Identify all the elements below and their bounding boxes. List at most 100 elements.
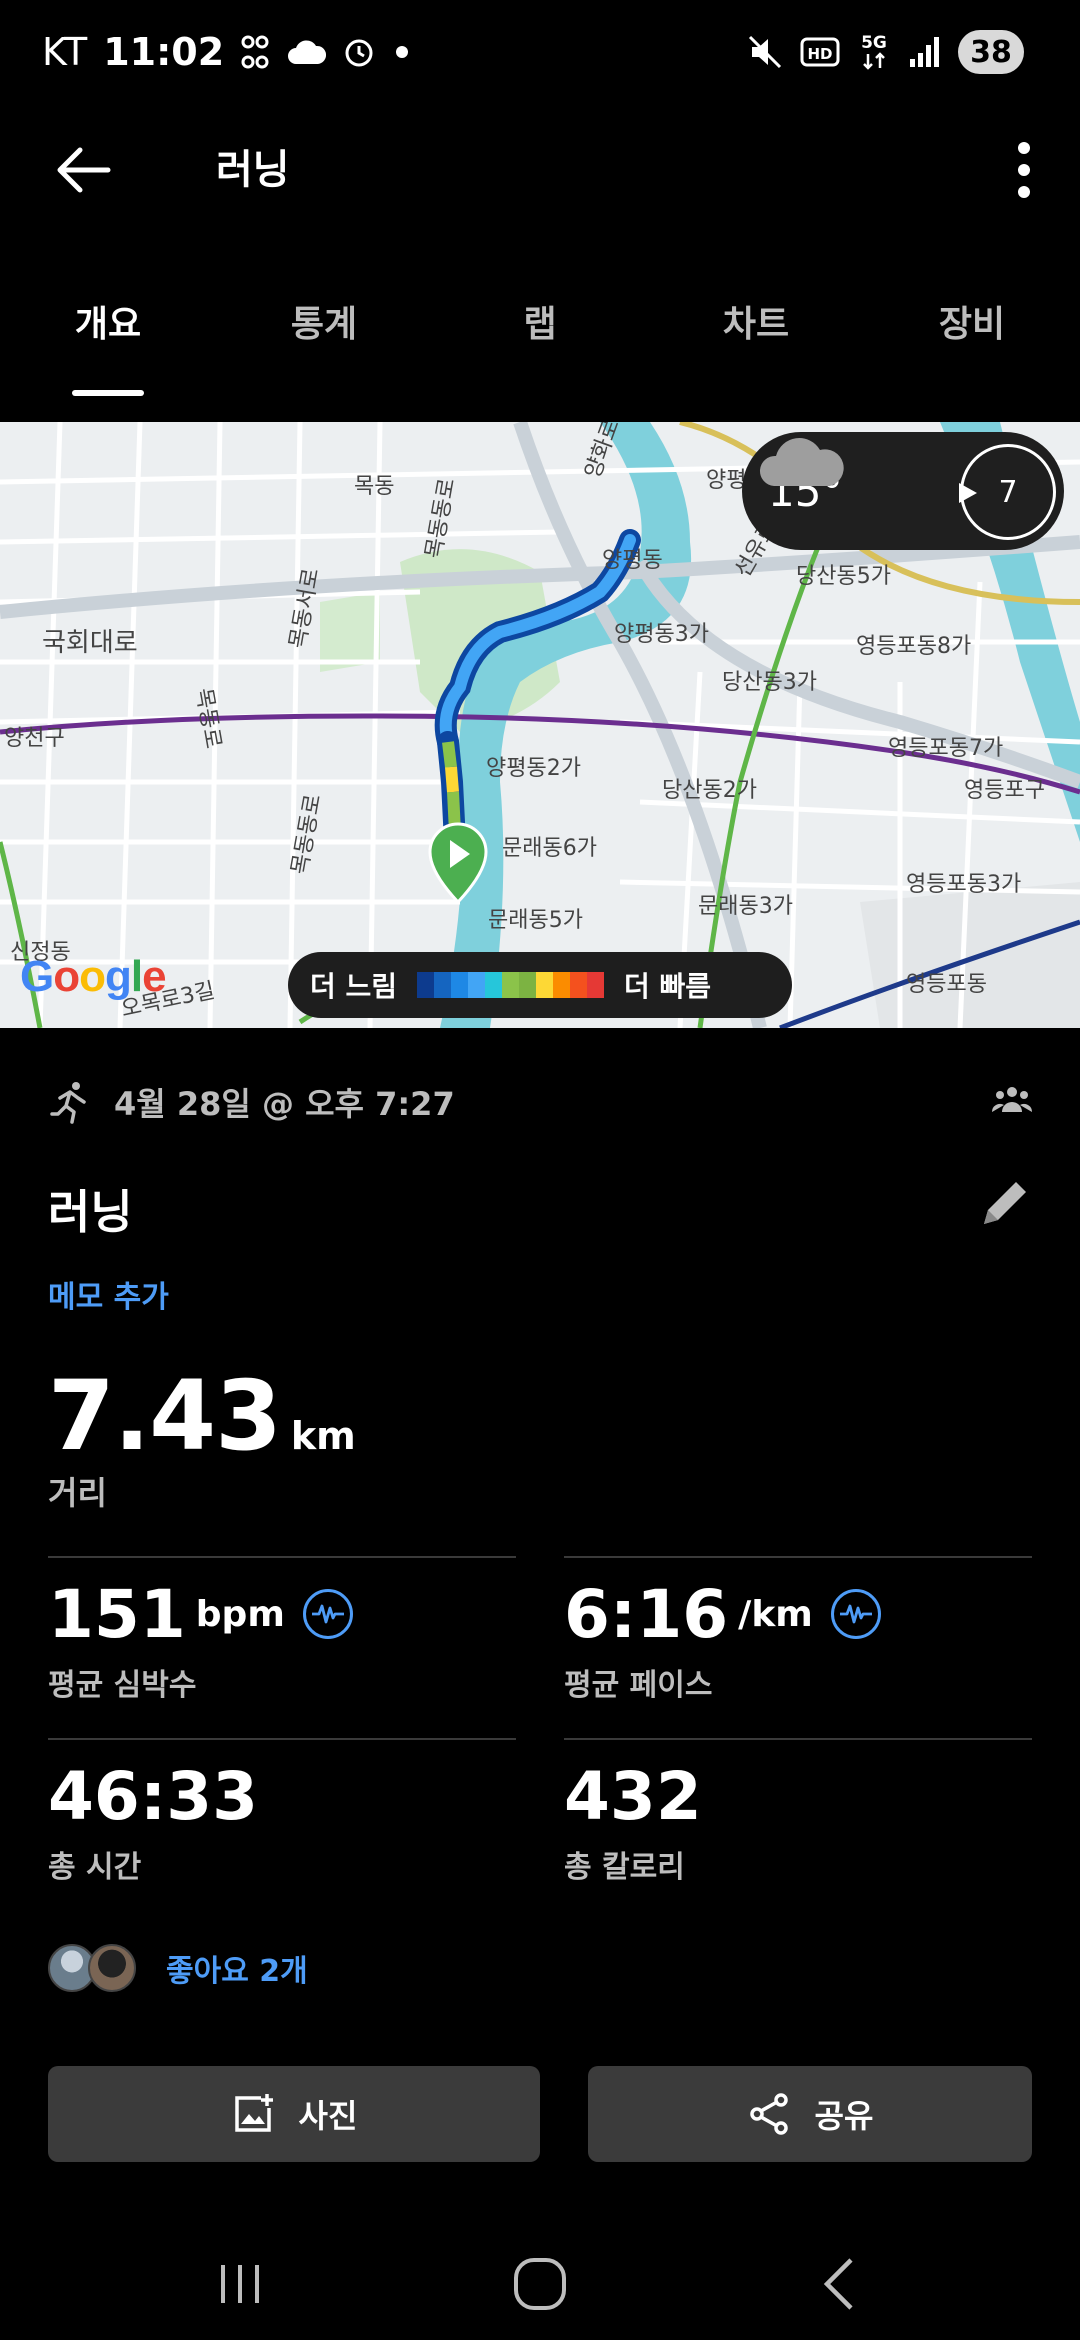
pace-color-swatch — [553, 972, 571, 998]
more-options-button[interactable] — [988, 134, 1060, 206]
map-label: 목동 — [354, 474, 395, 499]
status-bar: KT 11:02 HD 5G 38 — [0, 0, 1080, 104]
map-label: 당산동2가 — [662, 778, 757, 803]
pace-color-scale — [417, 972, 605, 998]
tab-gear[interactable]: 장비 — [912, 290, 1032, 360]
chevron-left-icon — [823, 2258, 853, 2310]
pace-color-swatch — [502, 972, 520, 998]
pace-value: 6:16 — [564, 1575, 729, 1653]
share-button[interactable]: 공유 — [588, 2066, 1032, 2162]
avatar — [88, 1944, 136, 1992]
pace-unit: /km — [738, 1593, 813, 1635]
share-label: 공유 — [814, 2097, 874, 2135]
pace-label: 평균 페이스 — [564, 1668, 713, 1703]
total-time-label: 총 시간 — [48, 1850, 142, 1885]
dot — [1018, 186, 1030, 198]
distance-unit: km — [290, 1414, 356, 1458]
divider — [564, 1556, 1032, 1558]
system-back-button[interactable] — [800, 2244, 880, 2324]
activity-title: 러닝 — [48, 1185, 133, 1239]
edit-button[interactable] — [976, 1176, 1032, 1232]
activity-date: 4월 28일 @ 오후 7:27 — [114, 1085, 455, 1123]
share-icon — [749, 2093, 788, 2135]
weather-chip[interactable]: 15° 7 — [742, 432, 1064, 550]
heart-rate-value: 151 — [48, 1575, 186, 1653]
pace-color-swatch — [519, 972, 537, 998]
add-photo-button[interactable]: 사진 — [48, 2066, 540, 2162]
heart-rate-label: 평균 심박수 — [48, 1668, 197, 1703]
tab-bar: 개요 통계 랩 차트 장비 — [0, 290, 1080, 400]
map-label: 문래동3가 — [698, 894, 793, 919]
stat-calories: 432 총 칼로리 — [564, 1738, 1032, 1886]
home-icon — [514, 2258, 566, 2310]
map-label: 양평 — [706, 468, 747, 493]
tab-charts[interactable]: 차트 — [696, 290, 816, 360]
dot — [1018, 142, 1030, 154]
legend-fast-label: 더 빠름 — [624, 970, 712, 1003]
route-map[interactable]: 목동 양평 양평동 국회대로 양평동3가 당산동5가 영등포동8가 당산동3가 … — [0, 422, 1080, 1028]
home-button[interactable] — [500, 2244, 580, 2324]
wind-indicator: 7 — [959, 444, 1056, 540]
map-label: 양평동 — [602, 548, 663, 573]
divider — [48, 1556, 516, 1558]
map-label: 당산동5가 — [796, 564, 891, 589]
dot-icon — [396, 46, 409, 58]
calories-label: 총 칼로리 — [564, 1850, 685, 1885]
pace-color-swatch — [485, 972, 503, 998]
distance-number: 7.43 — [48, 1360, 282, 1472]
likes-count[interactable]: 좋아요 2개 — [166, 1946, 308, 1990]
group-icon[interactable] — [992, 1084, 1032, 1114]
likes-row[interactable]: 좋아요 2개 — [48, 1944, 308, 1992]
page-title: 러닝 — [216, 147, 290, 193]
pace-color-swatch — [434, 972, 452, 998]
back-button[interactable] — [48, 140, 120, 200]
add-photo-label: 사진 — [298, 2097, 358, 2135]
google-logo: Google — [20, 952, 167, 1001]
legend-slow-label: 더 느림 — [310, 970, 398, 1003]
map-label: 국회대로 — [42, 628, 138, 658]
tab-laps[interactable]: 랩 — [480, 290, 600, 360]
stat-total-time: 46:33 총 시간 — [48, 1738, 516, 1886]
map-label: 영등포동8가 — [856, 634, 972, 659]
stat-heart-rate: 151 bpm 평균 심박수 — [48, 1556, 516, 1704]
pace-color-swatch — [570, 972, 588, 998]
svg-text:HD: HD — [807, 45, 832, 63]
dot — [1018, 164, 1030, 176]
pace-color-swatch — [536, 972, 554, 998]
add-memo-link[interactable]: 메모 추가 — [48, 1272, 169, 1316]
map-label: 영등포동7가 — [888, 736, 1004, 761]
pace-color-swatch — [468, 972, 486, 998]
map-label: 양평동3가 — [614, 622, 709, 647]
map-label: 영등포동3가 — [906, 872, 1022, 897]
5g-icon: 5G — [861, 33, 887, 70]
map-label: 문래동5가 — [488, 908, 583, 933]
pace-color-swatch — [417, 972, 435, 998]
carrier-label: KT — [42, 30, 88, 74]
mute-icon — [748, 35, 782, 69]
calories-value: 432 — [564, 1757, 702, 1835]
heart-rate-chart-button[interactable] — [302, 1589, 353, 1639]
active-tab-indicator — [72, 390, 144, 396]
tab-stats[interactable]: 통계 — [264, 290, 384, 360]
stat-pace: 6:16 /km 평균 페이스 — [564, 1556, 1032, 1704]
running-icon — [50, 1082, 86, 1124]
app-notification-icon — [241, 35, 269, 69]
signal-icon — [910, 37, 939, 67]
pace-chart-button[interactable] — [830, 1589, 881, 1639]
map-label: 당산동3가 — [722, 670, 817, 695]
pulse-icon — [839, 1604, 872, 1624]
hd-icon: HD — [800, 37, 840, 67]
wind-speed: 7 — [998, 474, 1018, 510]
wind-direction-icon — [959, 483, 977, 503]
map-label: 양천구 — [4, 726, 65, 751]
divider — [564, 1738, 1032, 1740]
tab-overview[interactable]: 개요 — [48, 290, 168, 360]
app-bar: 러닝 — [0, 118, 1080, 222]
pace-color-swatch — [451, 972, 469, 998]
recent-apps-icon — [221, 2265, 259, 2303]
divider — [48, 1738, 516, 1740]
clock: 11:02 — [103, 30, 225, 74]
activity-date-row: 4월 28일 @ 오후 7:27 — [48, 1080, 1032, 1124]
recent-apps-button[interactable] — [200, 2244, 280, 2324]
pace-color-swatch — [587, 972, 605, 998]
